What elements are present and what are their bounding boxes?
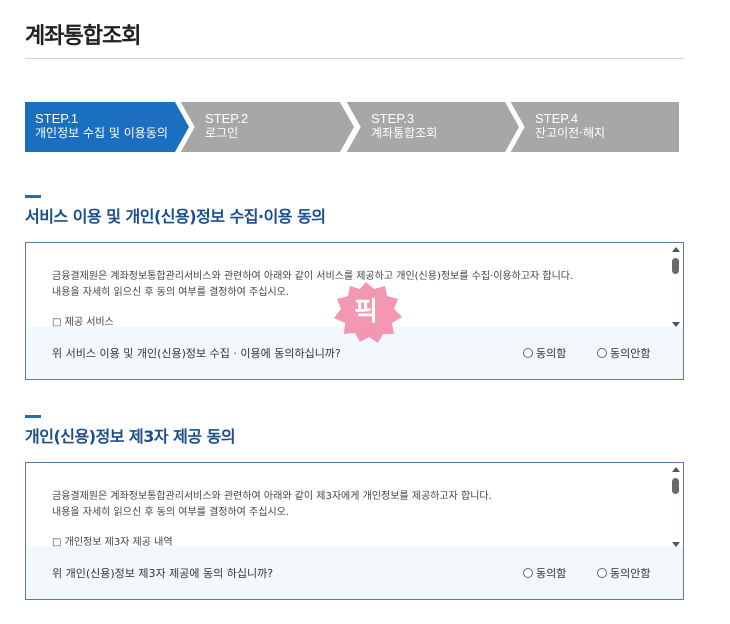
step-3: STEP.3 계좌통합조회 (345, 102, 519, 152)
step-1-number: STEP.1 (35, 111, 79, 126)
disagree-label: 동의안함 (610, 347, 651, 360)
radio-circle-icon (597, 348, 607, 358)
step-indicator: STEP.1 개인정보 수집 및 이용동의 STEP.2 로그인 STEP.3 계좌통… (25, 102, 679, 152)
disagree-radio[interactable]: 동의안함 (597, 565, 650, 581)
section-title-service-consent: 서비스 이용 및 개인(신용)정보 수집·이용 동의 (25, 195, 326, 227)
scrollbar[interactable] (671, 245, 681, 327)
agree-radio[interactable]: 동의함 (523, 345, 566, 361)
scroll-up-icon[interactable] (672, 467, 680, 472)
terms-scroll-area[interactable]: 금융결제원은 계좌정보통합관리서비스와 관련하여 아래와 같이 제3자에게 개인… (26, 463, 670, 548)
step-2: STEP.2 로그인 (179, 102, 354, 152)
step-1: STEP.1 개인정보 수집 및 이용동의 (25, 102, 189, 152)
step-1-label: 개인정보 수집 및 이용동의 (35, 126, 168, 140)
step-4-label: 잔고이전·해지 (535, 126, 606, 140)
consent-box-third-party: 금융결제원은 계좌정보통합관리서비스와 관련하여 아래와 같이 제3자에게 개인… (25, 462, 684, 600)
terms-text-line: 내용을 자세히 읽으신 후 동의 여부를 결정하여 주십시오. (52, 507, 290, 518)
disagree-label: 동의안함 (610, 567, 651, 580)
agree-label: 동의함 (536, 347, 567, 360)
watermark-badge: 픽 (327, 280, 405, 344)
scroll-thumb[interactable] (672, 258, 679, 274)
consent-question-bar: 위 개인(신용)정보 제3자 제공에 동의 하십니까? 동의함 동의안함 (26, 547, 683, 599)
step-2-number: STEP.2 (205, 111, 249, 126)
radio-circle-icon (597, 568, 607, 578)
radio-circle-icon (523, 348, 533, 358)
agree-radio[interactable]: 동의함 (523, 565, 566, 581)
step-4-number: STEP.4 (535, 111, 579, 126)
terms-text-line: 금융결제원은 계좌정보통합관리서비스와 관련하여 아래와 같이 제3자에게 개인… (52, 491, 492, 502)
step-3-label: 계좌통합조회 (371, 126, 438, 140)
scrollbar[interactable] (671, 465, 681, 547)
disagree-radio[interactable]: 동의안함 (597, 345, 650, 361)
page-title: 계좌통합조회 (25, 24, 141, 49)
step-3-number: STEP.3 (371, 111, 415, 126)
consent-question: 위 개인(신용)정보 제3자 제공에 동의 하십니까? (52, 567, 274, 580)
title-divider (25, 58, 684, 59)
scroll-thumb[interactable] (672, 478, 679, 494)
section-title-third-party-consent: 개인(신용)정보 제3자 제공 동의 (25, 415, 236, 447)
radio-circle-icon (523, 568, 533, 578)
watermark-text: 픽 (354, 297, 378, 327)
step-4: STEP.4 잔고이전·해지 (509, 102, 679, 152)
consent-question: 위 서비스 이용 및 개인(신용)정보 수집 · 이용에 동의하십니까? (52, 347, 341, 360)
step-2-label: 로그인 (205, 126, 239, 140)
scroll-up-icon[interactable] (672, 247, 680, 252)
agree-label: 동의함 (536, 567, 567, 580)
